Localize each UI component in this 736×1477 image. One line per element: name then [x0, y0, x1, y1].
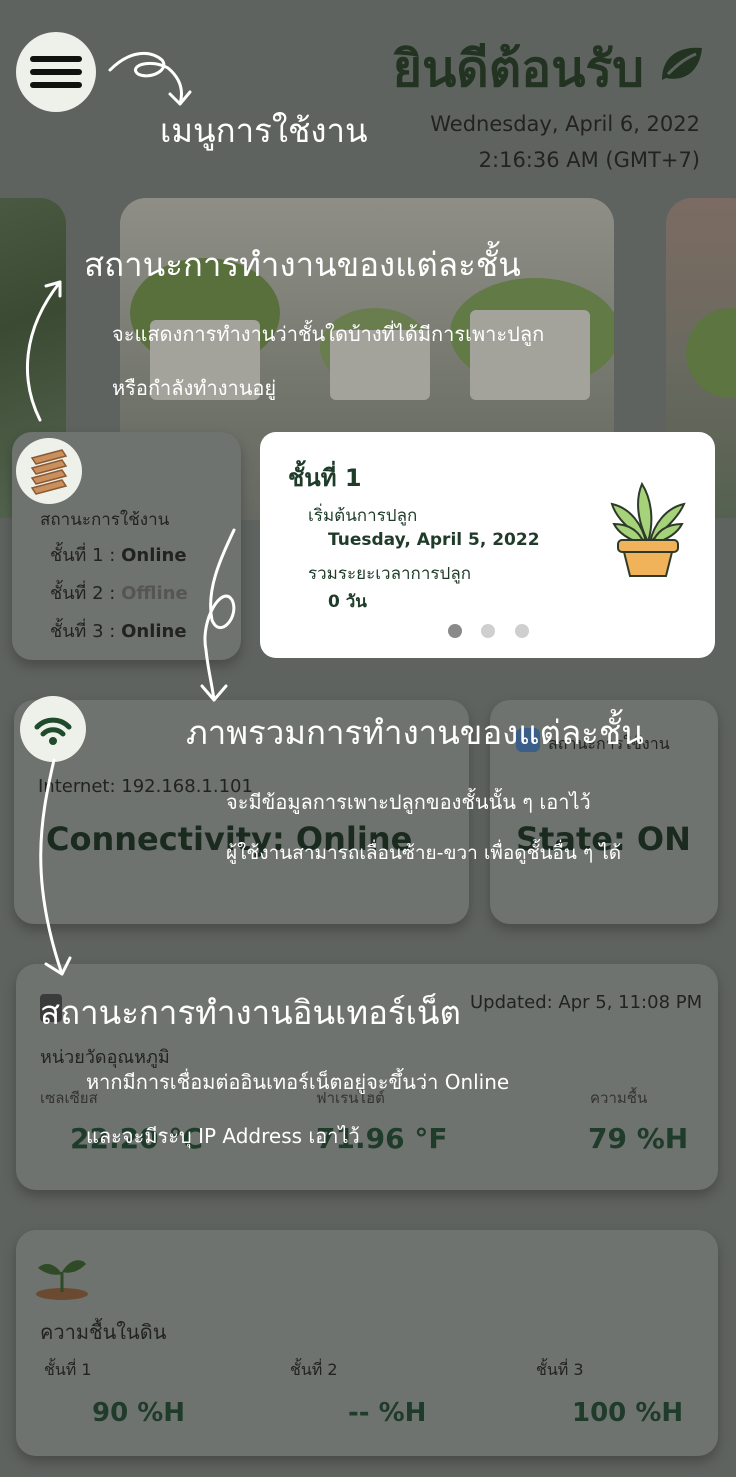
annotation-internet-line: หากมีการเชื่อมต่ออินเทอร์เน็ตอยู่จะขึ้นว…	[86, 1070, 510, 1094]
annotation-overview-line: ผู้ใช้งานสามารถเลื่อนซ้าย-ขวา เพื่อดูชั้…	[226, 842, 622, 864]
annotation-floor-status-line: จะแสดงการทำงานว่าชั้นใดบ้างที่ได้มีการเพ…	[112, 322, 545, 346]
annotation-menu: เมนูการใช้งาน	[160, 111, 368, 150]
annotation-internet-line: และจะมีระบุ IP Address เอาไว้	[86, 1124, 360, 1148]
annotation-floor-status-line: หรือกำลังทำงานอยู่	[112, 376, 277, 400]
annotation-floor-status-title: สถานะการทำงานของแต่ละชั้น	[84, 245, 521, 284]
annotation-internet-title: สถานะการทำงานอินเทอร์เน็ต	[40, 993, 461, 1032]
annotation-overview-title: ภาพรวมการทำงานของแต่ละชั้น	[186, 713, 644, 752]
annotation-overview-line: จะมีข้อมูลการเพาะปลูกของชั้นนั้น ๆ เอาไว…	[226, 790, 591, 814]
